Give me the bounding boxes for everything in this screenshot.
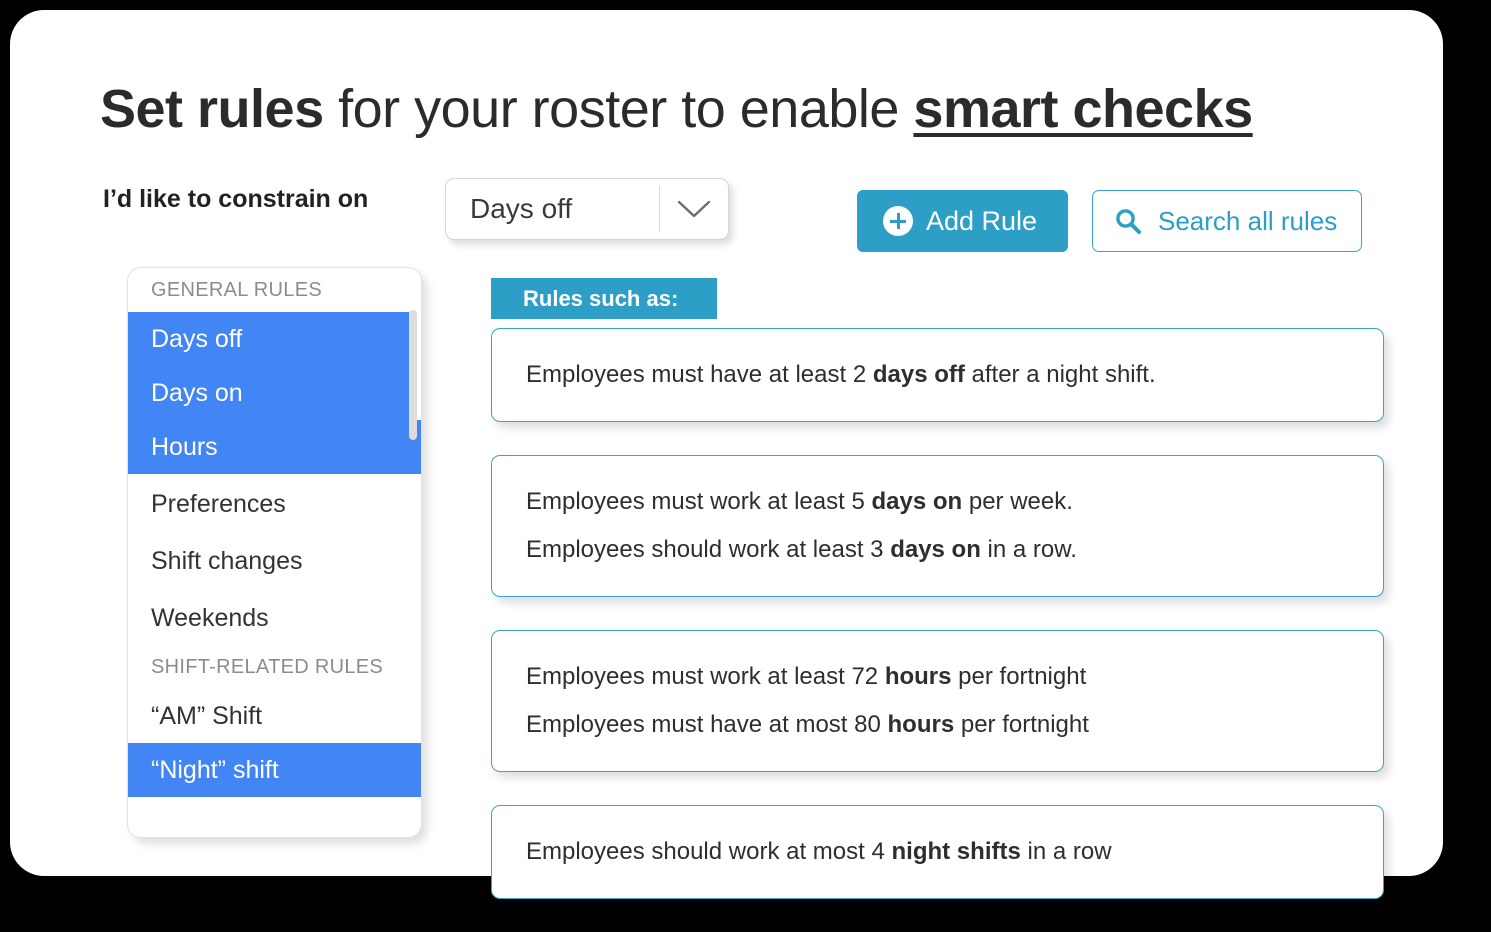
page-title-bold-lead: Set rules — [100, 79, 324, 139]
list-group-header: GENERAL RULES — [151, 278, 322, 301]
rule-text-emphasis: days off — [872, 361, 965, 388]
sidebar-item-label: Hours — [151, 432, 218, 461]
chevron-down-icon[interactable] — [660, 199, 728, 219]
rule-text-suffix: per fortnight — [951, 663, 1087, 690]
rules-such-as-banner: Rules such as: — [491, 278, 717, 319]
circle-plus-icon — [883, 206, 913, 236]
rule-text-prefix: Employees must work at least 72 — [526, 663, 885, 690]
sidebar-item-night-shift[interactable]: “Night” shift — [128, 743, 421, 797]
constrain-on-label: I’d like to constrain on — [103, 185, 369, 213]
rule-card[interactable]: Employees should work at most 4 night sh… — [491, 805, 1384, 899]
rule-text-emphasis: days on — [871, 488, 963, 515]
sidebar-item-days-on[interactable]: Days on — [128, 366, 409, 420]
rule-text: Employees should work at most 4 night sh… — [526, 828, 1383, 876]
rule-card[interactable]: Employees must work at least 5 days on p… — [491, 455, 1384, 597]
sidebar-item-shift-changes[interactable]: Shift changes — [128, 534, 421, 588]
sidebar-item-label: Days off — [151, 324, 243, 353]
rule-text-suffix: per fortnight — [954, 711, 1089, 738]
sidebar-item-label: Preferences — [151, 489, 286, 518]
rule-text-prefix: Employees must have at most 80 — [526, 711, 888, 738]
rule-text-suffix: per week. — [962, 488, 1073, 515]
add-rule-button[interactable]: Add Rule — [857, 190, 1068, 252]
rule-text: Employees must have at most 80 hours per… — [526, 701, 1383, 749]
page-title: Set rules for your roster to enable smar… — [100, 76, 1253, 142]
rule-card[interactable]: Employees must have at least 2 days off … — [491, 328, 1384, 422]
sidebar-item-label: “Night” shift — [151, 755, 279, 784]
add-rule-label: Add Rule — [926, 205, 1038, 236]
rule-category-panel: GENERAL RULES Days off Days on Hours Prefere… — [127, 267, 422, 838]
sidebar-item-days-off[interactable]: Days off — [128, 312, 409, 366]
sidebar-item-label: “AM” Shift — [151, 701, 263, 730]
rule-text-suffix: in a row — [1020, 838, 1112, 865]
rule-text-suffix: in a row. — [980, 536, 1077, 563]
rule-text-prefix: Employees must have at least 2 — [526, 361, 873, 388]
rule-text-suffix: after a night shift. — [964, 361, 1156, 388]
dropdown-selected-value: Days off — [470, 193, 573, 224]
list-group-header: SHIFT-RELATED RULES — [151, 655, 384, 678]
rule-text-emphasis: days on — [890, 536, 981, 563]
constrain-category-dropdown[interactable]: Days off — [445, 178, 729, 240]
category-list-scrollbar[interactable] — [409, 310, 417, 440]
sidebar-item-hours[interactable]: Hours — [128, 420, 421, 474]
page-title-middle: for your roster to enable — [323, 79, 914, 139]
search-icon — [1114, 207, 1142, 235]
rule-cards-list: Employees must have at least 2 days off … — [491, 328, 1384, 932]
rule-text-prefix: Employees should work at least 3 — [526, 536, 891, 563]
rule-text: Employees should work at least 3 days on… — [526, 526, 1383, 574]
rule-text-emphasis: night shifts — [891, 838, 1021, 865]
app-card: Set rules for your roster to enable smar… — [10, 10, 1443, 899]
rule-text: Employees must work at least 72 hours pe… — [526, 653, 1383, 701]
search-all-rules-button[interactable]: Search all rules — [1092, 190, 1362, 252]
rule-category-list: GENERAL RULES Days off Days on Hours Prefere… — [128, 268, 421, 837]
sidebar-item-weekends[interactable]: Weekends — [128, 591, 421, 645]
sidebar-item-am-shift[interactable]: “AM” Shift — [128, 689, 421, 743]
sidebar-item-preferences[interactable]: Preferences — [128, 477, 421, 531]
rule-text-prefix: Employees must work at least 5 — [526, 488, 872, 515]
page-title-underlined: smart checks — [913, 79, 1253, 139]
rule-text-prefix: Employees should work at most 4 — [526, 838, 892, 865]
search-all-rules-label: Search all rules — [1158, 205, 1338, 236]
sidebar-item-label: Shift changes — [151, 546, 303, 575]
rule-card[interactable]: Employees must work at least 72 hours pe… — [491, 630, 1384, 772]
sidebar-item-label: Weekends — [151, 603, 269, 632]
rule-text: Employees must work at least 5 days on p… — [526, 478, 1383, 526]
sidebar-item-label: Days on — [151, 378, 243, 407]
rule-text-emphasis: hours — [884, 663, 952, 690]
rule-text-emphasis: hours — [887, 711, 955, 738]
rule-text: Employees must have at least 2 days off … — [526, 351, 1383, 399]
